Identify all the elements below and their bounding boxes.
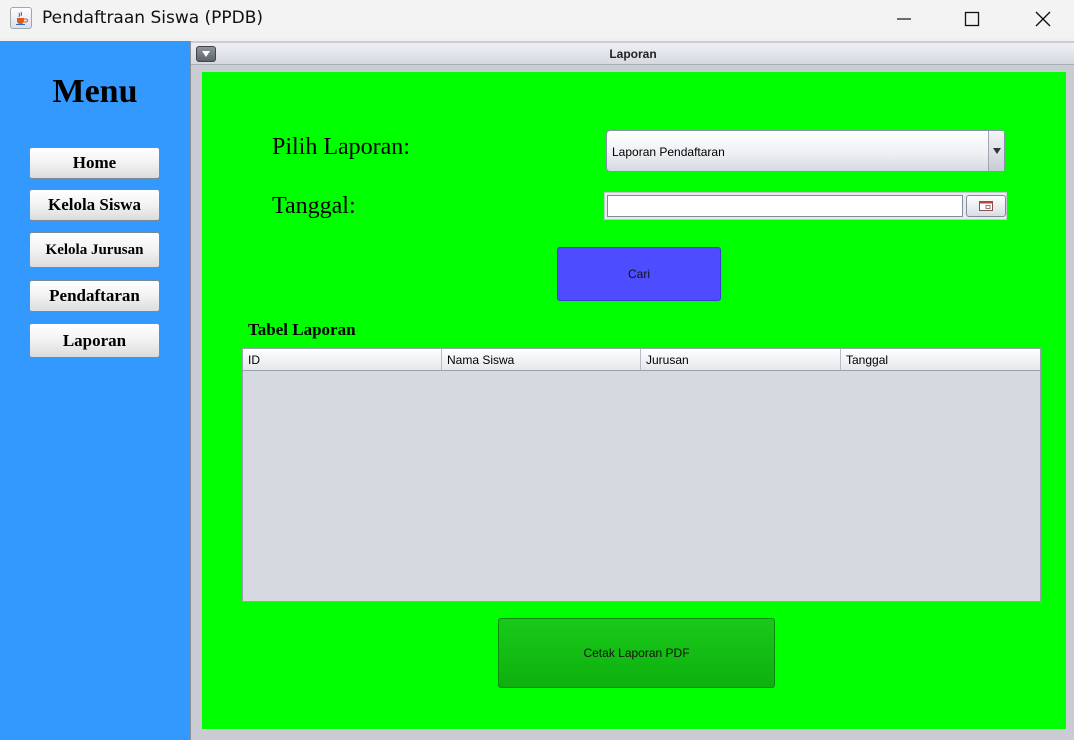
window-title: Pendaftraan Siswa (PPDB) — [42, 8, 264, 28]
column-header-jurusan[interactable]: Jurusan — [641, 349, 841, 370]
nav-kelola-jurusan-button[interactable]: Kelola Jurusan — [29, 232, 160, 268]
report-label: Pilih Laporan: — [272, 134, 410, 160]
close-icon — [1035, 11, 1051, 27]
sidebar: Menu Home Kelola Siswa Kelola Jurusan Pe… — [0, 41, 190, 740]
nav-kelola-siswa-button[interactable]: Kelola Siswa — [29, 189, 160, 221]
minimize-button[interactable] — [869, 0, 939, 38]
date-label: Tanggal: — [272, 193, 356, 219]
dropdown-arrow-icon[interactable] — [988, 131, 1004, 171]
report-select[interactable]: Laporan Pendaftaran — [606, 130, 1005, 172]
menu-title: Menu — [52, 73, 138, 110]
minimize-icon — [897, 18, 911, 20]
column-header-id[interactable]: ID — [243, 349, 442, 370]
date-chooser — [604, 192, 1007, 220]
maximize-button[interactable] — [937, 0, 1007, 38]
close-button[interactable] — [1008, 0, 1074, 38]
nav-pendaftaran-button[interactable]: Pendaftaran — [29, 280, 160, 312]
nav-laporan-button[interactable]: Laporan — [29, 323, 160, 358]
date-picker-button[interactable] — [966, 195, 1006, 217]
calendar-icon — [979, 201, 993, 211]
maximize-icon — [964, 11, 980, 27]
print-pdf-button[interactable]: Cetak Laporan PDF — [498, 618, 775, 688]
table-title: Tabel Laporan — [248, 320, 356, 339]
report-select-value: Laporan Pendaftaran — [612, 145, 725, 159]
internal-frame-header: Laporan — [191, 43, 1074, 65]
date-input[interactable] — [607, 195, 963, 217]
table-header: ID Nama Siswa Jurusan Tanggal — [243, 349, 1040, 371]
java-cup-icon — [10, 7, 32, 29]
search-button[interactable]: Cari — [557, 247, 721, 301]
nav-home-button[interactable]: Home — [29, 147, 160, 179]
window-titlebar: Pendaftraan Siswa (PPDB) — [0, 0, 1074, 38]
column-header-nama-siswa[interactable]: Nama Siswa — [442, 349, 641, 370]
frame-title: Laporan — [609, 47, 657, 61]
report-table[interactable]: ID Nama Siswa Jurusan Tanggal — [242, 348, 1041, 602]
column-header-tanggal[interactable]: Tanggal — [841, 349, 1040, 370]
